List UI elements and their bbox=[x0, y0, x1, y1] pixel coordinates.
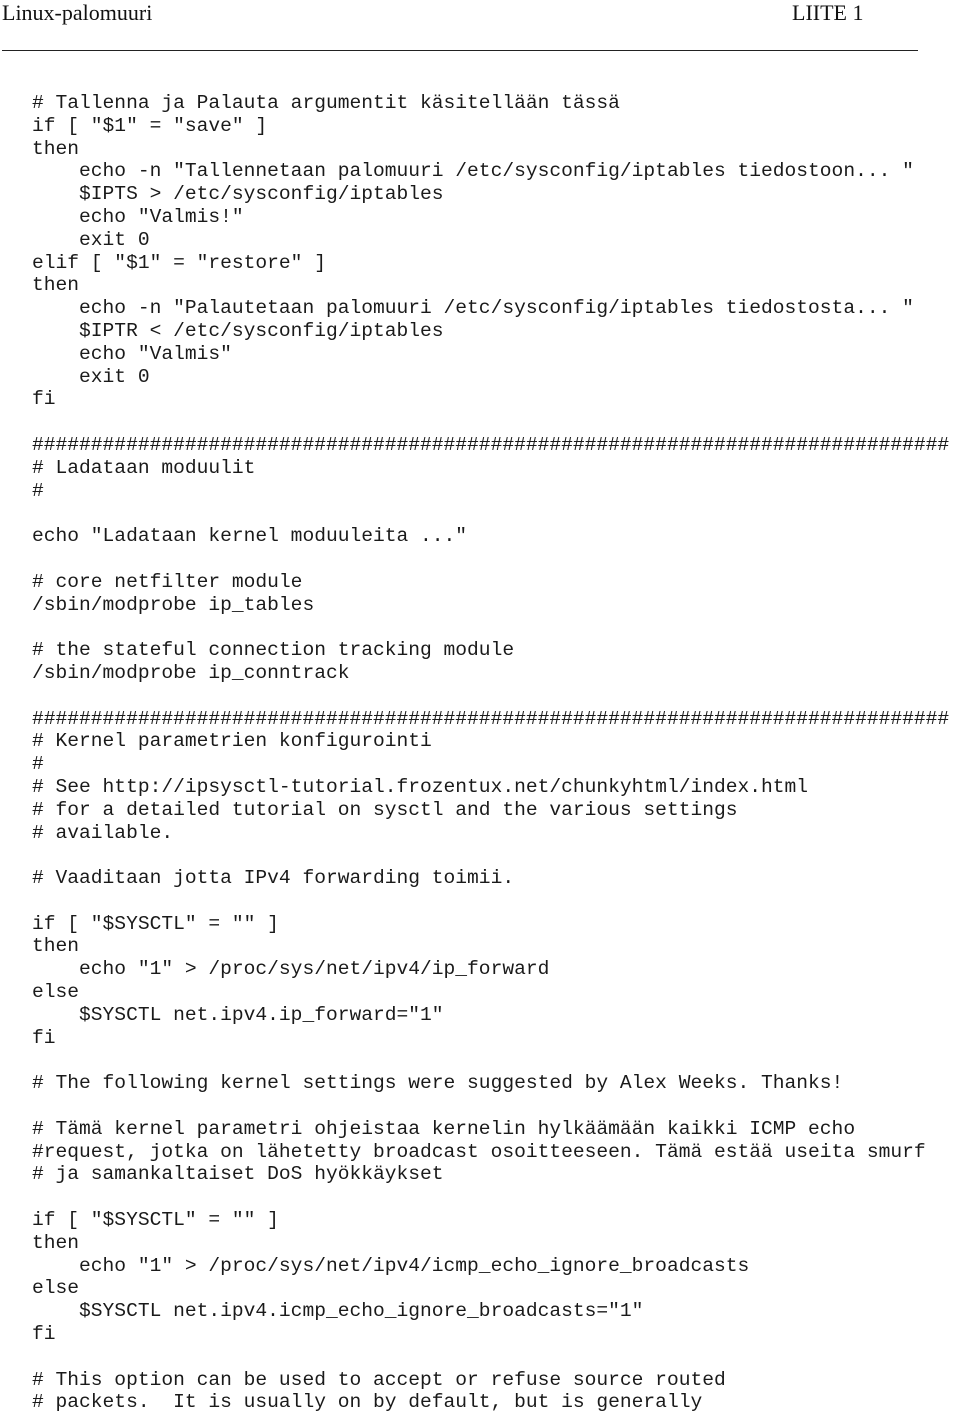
code-listing: # Tallenna ja Palauta argumentit käsitel… bbox=[32, 92, 960, 1414]
code-line: echo "1" > /proc/sys/net/ipv4/ip_forward bbox=[32, 958, 550, 981]
code-line: then bbox=[32, 1231, 80, 1254]
code-line: if [ "$1" = "save" ] bbox=[32, 114, 268, 137]
code-line: then bbox=[32, 274, 80, 297]
comment-line: # Tämä kernel parametri ohjeistaa kernel… bbox=[32, 1117, 856, 1140]
code-line: else bbox=[32, 1277, 80, 1300]
comment-line: # core netfilter module bbox=[32, 570, 303, 593]
code-line: $SYSCTL net.ipv4.ip_forward="1" bbox=[32, 1003, 444, 1026]
comment-line: # Vaaditaan jotta IPv4 forwarding toimii… bbox=[32, 867, 515, 890]
code-line: $IPTR < /etc/sysconfig/iptables bbox=[32, 319, 444, 342]
comment-line: # bbox=[32, 753, 44, 776]
comment-line: # Ladataan moduulit bbox=[32, 456, 256, 479]
code-line: echo "Valmis!" bbox=[32, 205, 244, 228]
code-line: echo "Ladataan kernel moduuleita ..." bbox=[32, 525, 468, 548]
code-line: exit 0 bbox=[32, 365, 150, 388]
page-header: Linux-palomuuri LIITE 1 bbox=[0, 0, 960, 51]
comment-line: # available. bbox=[32, 821, 174, 844]
section-divider-line: ########################################… bbox=[32, 433, 950, 456]
section-divider-line: ########################################… bbox=[32, 707, 950, 730]
code-line: echo "Valmis" bbox=[32, 342, 232, 365]
code-line: $SYSCTL net.ipv4.icmp_echo_ignore_broadc… bbox=[32, 1300, 644, 1323]
comment-line: # ja samankaltaiset DoS hyökkäykset bbox=[32, 1163, 444, 1186]
comment-line: # packets. It is usually on by default, … bbox=[32, 1391, 703, 1414]
code-line: echo "1" > /proc/sys/net/ipv4/icmp_echo_… bbox=[32, 1254, 750, 1277]
document-title: Linux-palomuuri bbox=[2, 0, 153, 25]
code-line: /sbin/modprobe ip_tables bbox=[32, 593, 315, 616]
comment-line: # bbox=[32, 479, 44, 502]
comment-line: #request, jotka on lähetetty broadcast o… bbox=[32, 1140, 926, 1163]
comment-line: # See http://ipsysctl-tutorial.frozentux… bbox=[32, 775, 809, 798]
code-line: fi bbox=[32, 1323, 56, 1346]
code-line: elif [ "$1" = "restore" ] bbox=[32, 251, 326, 274]
code-line: then bbox=[32, 935, 80, 958]
header-divider bbox=[2, 50, 918, 51]
code-line: fi bbox=[32, 388, 56, 411]
code-line: echo -n "Tallennetaan palomuuri /etc/sys… bbox=[32, 160, 914, 183]
comment-line: # the stateful connection tracking modul… bbox=[32, 639, 515, 662]
comment-line: # for a detailed tutorial on sysctl and … bbox=[32, 798, 738, 821]
comment-line: # The following kernel settings were sug… bbox=[32, 1072, 844, 1095]
appendix-label: LIITE 1 bbox=[792, 0, 864, 25]
code-line: exit 0 bbox=[32, 228, 150, 251]
code-line: $IPTS > /etc/sysconfig/iptables bbox=[32, 183, 444, 206]
code-line: then bbox=[32, 137, 80, 160]
code-line: /sbin/modprobe ip_conntrack bbox=[32, 661, 350, 684]
comment-line: # Tallenna ja Palauta argumentit käsitel… bbox=[32, 92, 620, 114]
comment-line: # Kernel parametrien konfigurointi bbox=[32, 730, 432, 753]
code-line: else bbox=[32, 981, 80, 1004]
comment-line: # This option can be used to accept or r… bbox=[32, 1368, 726, 1391]
code-line: if [ "$SYSCTL" = "" ] bbox=[32, 1209, 279, 1232]
code-line: fi bbox=[32, 1026, 56, 1049]
code-line: echo -n "Palautetaan palomuuri /etc/sysc… bbox=[32, 297, 914, 320]
code-line: if [ "$SYSCTL" = "" ] bbox=[32, 912, 279, 935]
